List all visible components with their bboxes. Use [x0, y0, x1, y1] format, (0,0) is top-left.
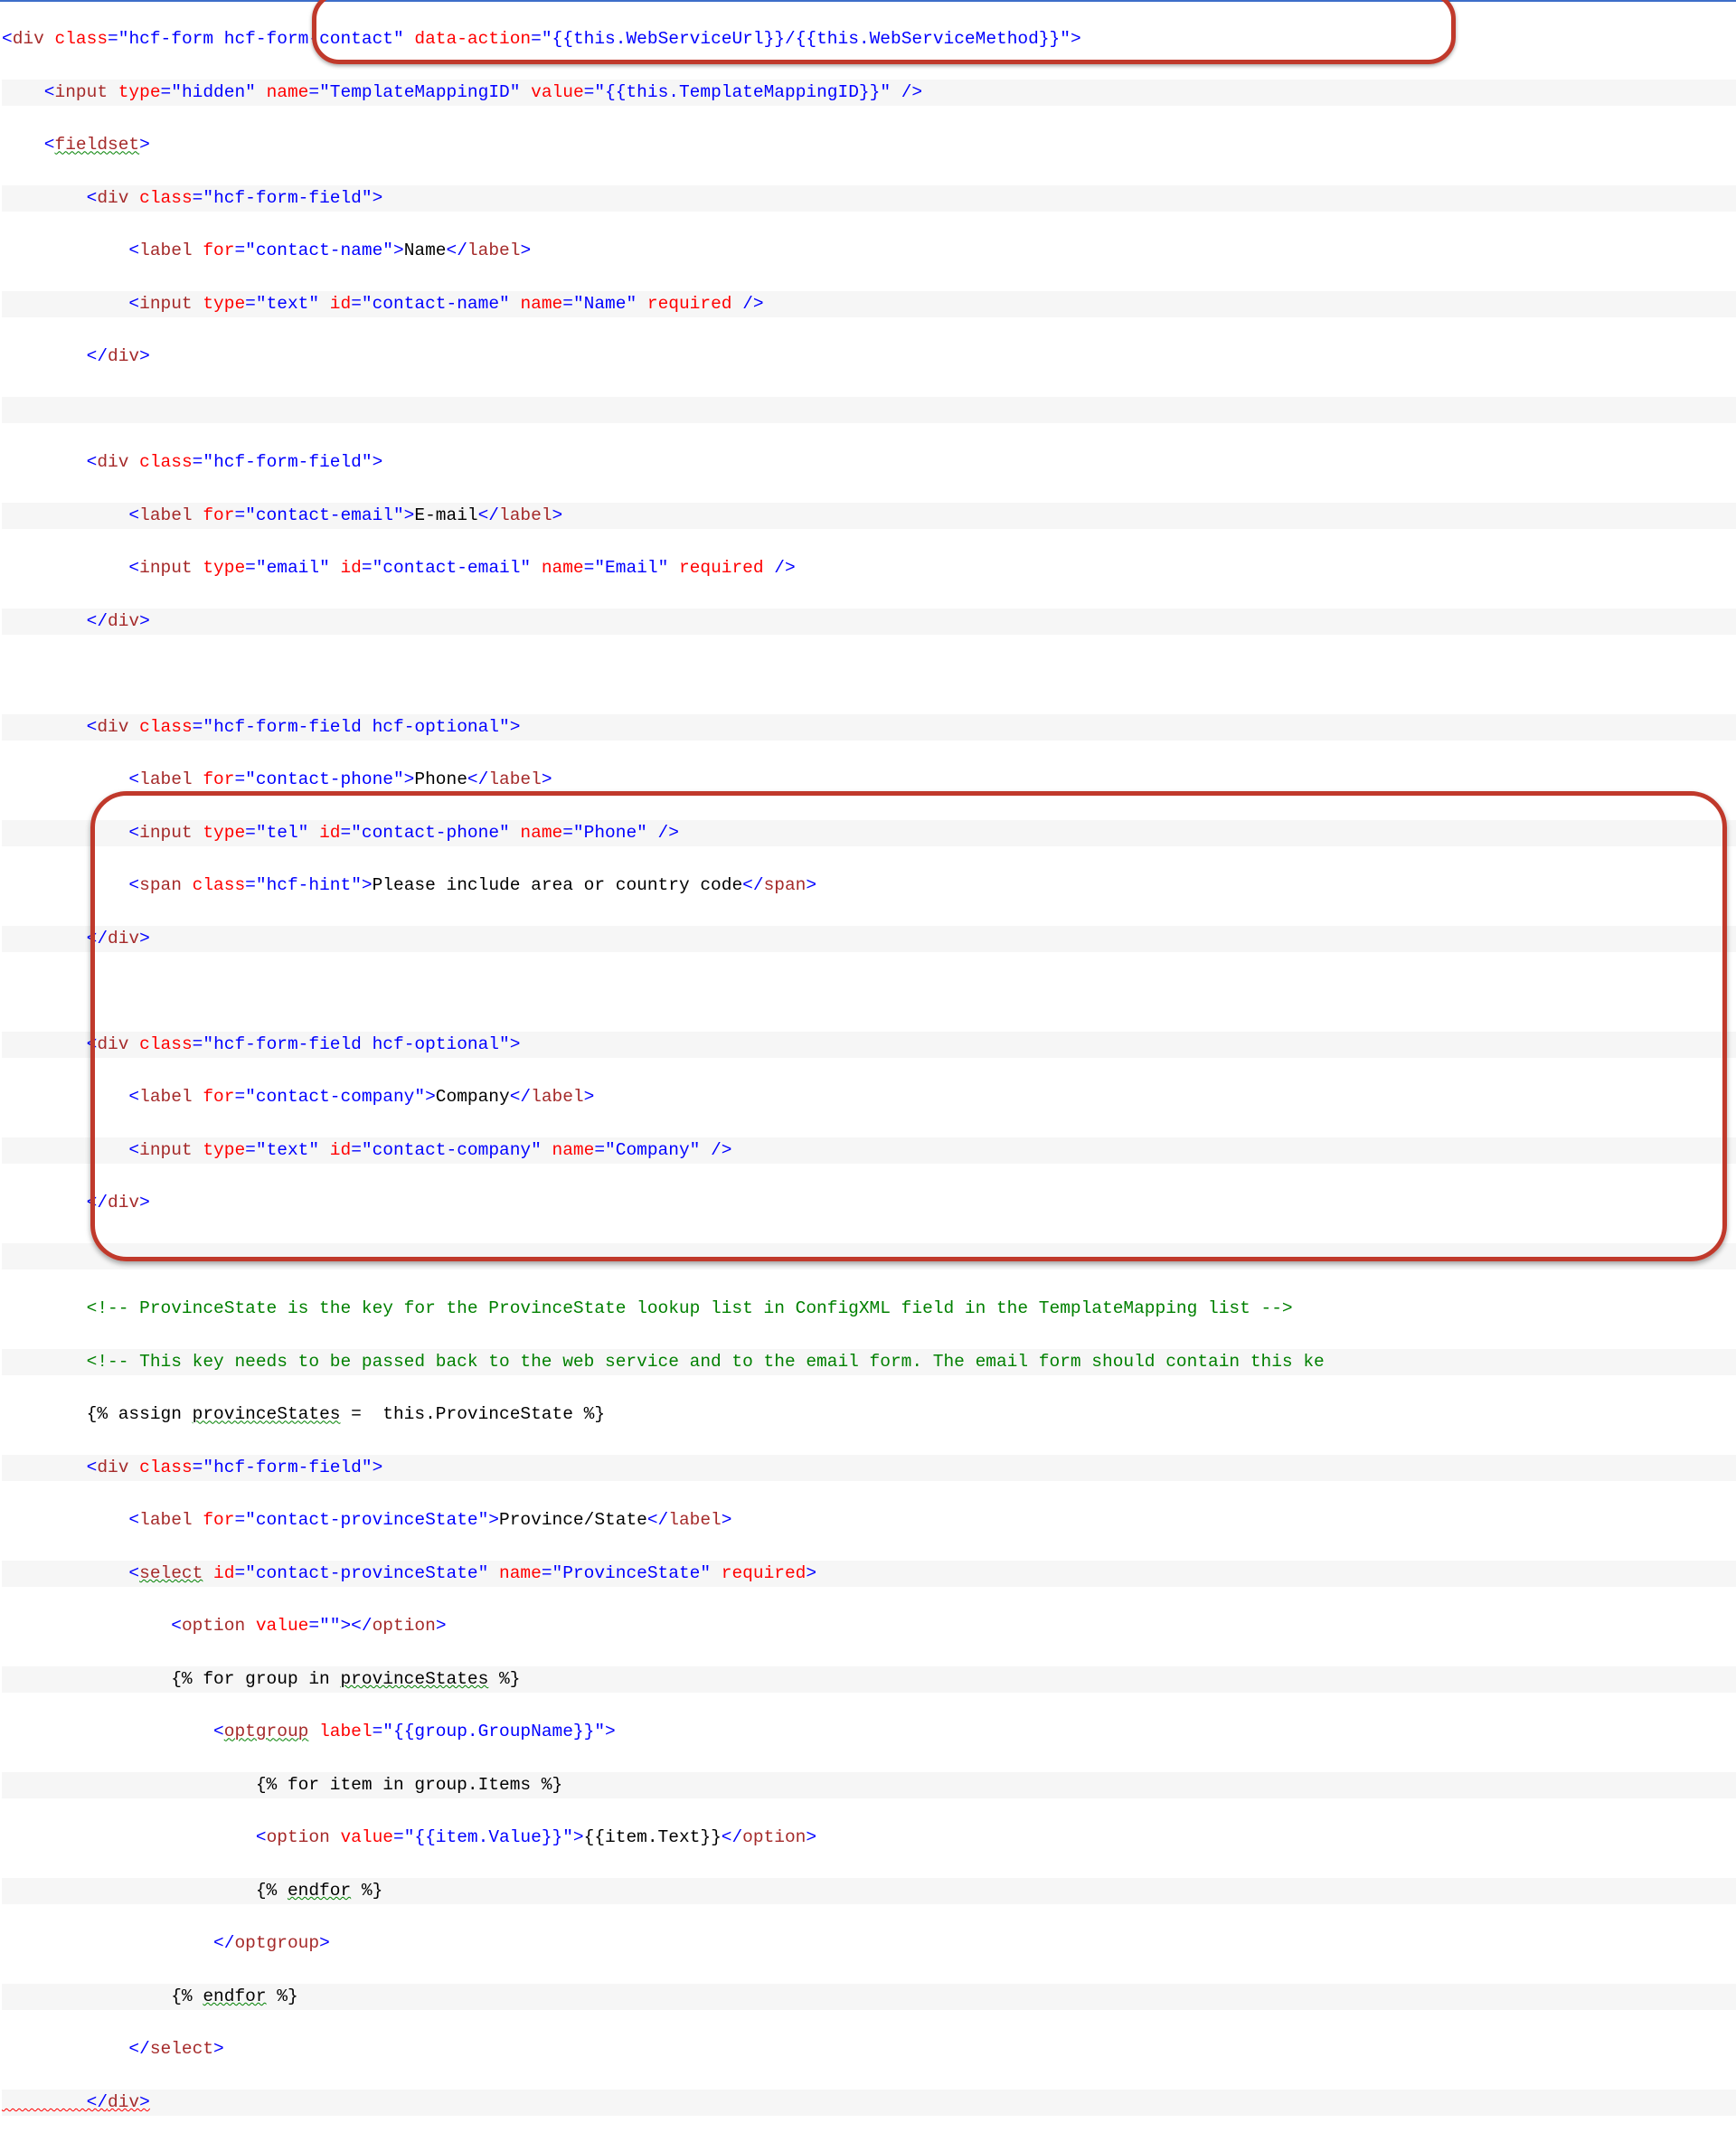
code-line[interactable]: <input type="hidden" name="TemplateMappi… — [2, 80, 1736, 106]
code-line[interactable]: <div class="hcf-form-field"> — [2, 449, 1736, 476]
code-editor[interactable]: <div class="hcf-form hcf-form-contact" d… — [0, 0, 1736, 2142]
code-line[interactable]: {% endfor %} — [2, 1984, 1736, 2010]
code-line[interactable]: <input type="tel" id="contact-phone" nam… — [2, 820, 1736, 846]
code-line[interactable]: <span class="hcf-hint">Please include ar… — [2, 873, 1736, 899]
code-line[interactable]: <input type="text" id="contact-company" … — [2, 1137, 1736, 1164]
code-line[interactable]: <input type="email" id="contact-email" n… — [2, 555, 1736, 581]
code-line[interactable]: {% assign provinceStates = this.Province… — [2, 1401, 1736, 1428]
code-line[interactable]: <select id="contact-provinceState" name=… — [2, 1561, 1736, 1587]
code-line[interactable]: <div class="hcf-form-field hcf-optional"… — [2, 714, 1736, 741]
code-line[interactable] — [2, 661, 1736, 687]
code-line[interactable]: <div class="hcf-form-field"> — [2, 1455, 1736, 1481]
code-line[interactable]: <div class="hcf-form-field"> — [2, 185, 1736, 212]
code-line[interactable]: </div> — [2, 926, 1736, 952]
code-line[interactable] — [2, 397, 1736, 423]
code-line[interactable]: </select> — [2, 2036, 1736, 2062]
code-line[interactable]: <div class="hcf-form-field hcf-optional"… — [2, 1032, 1736, 1058]
code-line[interactable]: </div> — [2, 344, 1736, 370]
code-line[interactable]: <label for="contact-provinceState">Provi… — [2, 1507, 1736, 1533]
code-line[interactable]: </div> — [2, 1190, 1736, 1216]
code-line[interactable]: {% endfor %} — [2, 1878, 1736, 1904]
code-line[interactable]: <label for="contact-email">E-mail</label… — [2, 503, 1736, 529]
code-line[interactable] — [2, 1243, 1736, 1269]
code-line[interactable]: </div> — [2, 2090, 1736, 2116]
code-line[interactable]: <!-- This key needs to be passed back to… — [2, 1349, 1736, 1375]
code-line[interactable]: </optgroup> — [2, 1930, 1736, 1957]
code-line[interactable]: <div class="hcf-form hcf-form-contact" d… — [2, 26, 1736, 52]
code-line[interactable]: <label for="contact-name">Name</label> — [2, 238, 1736, 264]
code-line[interactable]: <fieldset> — [2, 132, 1736, 158]
code-line[interactable]: <label for="contact-phone">Phone</label> — [2, 767, 1736, 793]
code-line[interactable]: <optgroup label="{{group.GroupName}}"> — [2, 1719, 1736, 1745]
code-line[interactable]: <option value="{{item.Value}}">{{item.Te… — [2, 1825, 1736, 1851]
code-line[interactable]: <option value=""></option> — [2, 1613, 1736, 1639]
code-line[interactable]: <!-- ProvinceState is the key for the Pr… — [2, 1296, 1736, 1322]
code-line[interactable]: <label for="contact-company">Company</la… — [2, 1084, 1736, 1110]
code-line[interactable]: {% for group in provinceStates %} — [2, 1666, 1736, 1693]
code-line[interactable] — [2, 978, 1736, 1005]
code-line[interactable]: </div> — [2, 609, 1736, 635]
code-line[interactable]: {% for item in group.Items %} — [2, 1772, 1736, 1798]
code-line[interactable]: <input type="text" id="contact-name" nam… — [2, 291, 1736, 317]
